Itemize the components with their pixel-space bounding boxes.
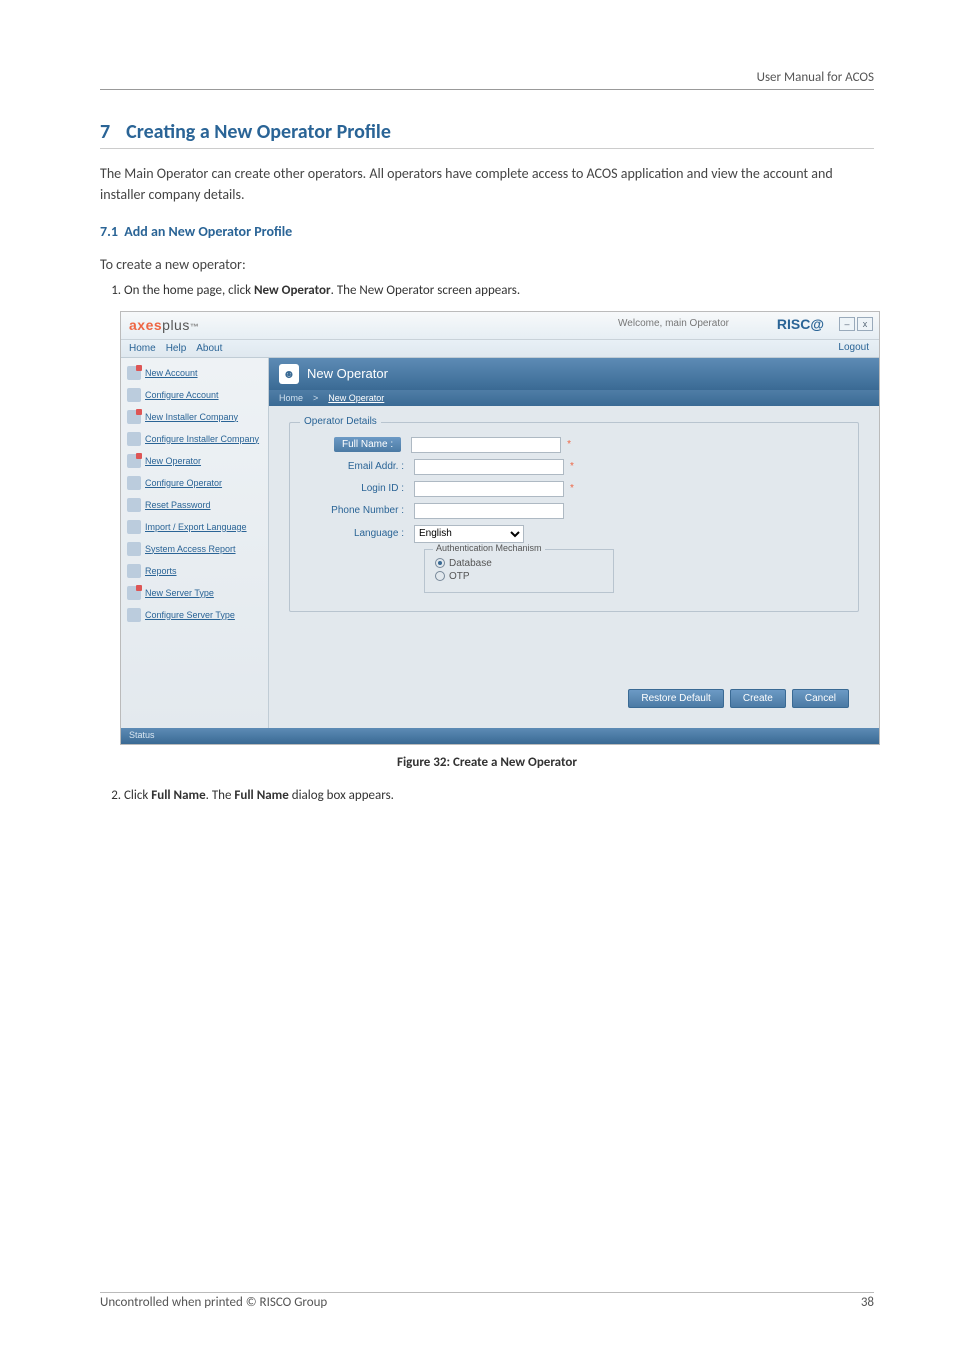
breadcrumb: Home > New Operator bbox=[269, 390, 879, 406]
footer-page-number: 38 bbox=[861, 1295, 874, 1310]
sidebar-item-reports[interactable]: Reports bbox=[121, 560, 268, 582]
sidebar-item-configure-server-type[interactable]: Configure Server Type bbox=[121, 604, 268, 626]
section-heading: 7 Creating a New Operator Profile bbox=[100, 120, 874, 149]
operator-header-icon: ☻ bbox=[279, 364, 299, 384]
close-button[interactable]: x bbox=[857, 317, 873, 331]
operator-icon bbox=[127, 454, 141, 468]
cancel-button[interactable]: Cancel bbox=[792, 689, 849, 708]
login-label: Login ID : bbox=[304, 483, 414, 494]
document-icon bbox=[127, 564, 141, 578]
email-input[interactable] bbox=[414, 459, 564, 475]
step-1: On the home page, click New Operator. Th… bbox=[124, 281, 874, 301]
sidebar-item-configure-account[interactable]: Configure Account bbox=[121, 384, 268, 406]
auth-database-option[interactable]: Database bbox=[435, 558, 603, 569]
required-marker: * bbox=[570, 461, 574, 472]
fieldset-legend: Operator Details bbox=[300, 416, 381, 427]
radio-selected-icon bbox=[435, 558, 445, 568]
figure-caption: Figure 32: Create a New Operator bbox=[100, 755, 874, 770]
crumb-separator: > bbox=[313, 393, 318, 403]
gear-icon bbox=[127, 432, 141, 446]
required-marker: * bbox=[570, 483, 574, 494]
auth-mechanism-box: Authentication Mechanism Database OTP bbox=[424, 549, 614, 593]
intro-paragraph: The Main Operator can create other opera… bbox=[100, 163, 874, 205]
gear-icon bbox=[127, 388, 141, 402]
page-header: User Manual for ACOS bbox=[100, 70, 874, 90]
main-area: ☻ New Operator Home > New Operator Opera… bbox=[269, 358, 879, 728]
logout-link[interactable]: Logout bbox=[838, 342, 869, 353]
window-buttons: – x bbox=[839, 317, 873, 331]
restore-default-button[interactable]: Restore Default bbox=[628, 689, 723, 708]
full-name-label[interactable]: Full Name : bbox=[334, 437, 401, 452]
key-icon bbox=[127, 498, 141, 512]
menu-help[interactable]: Help bbox=[166, 343, 187, 354]
radio-unselected-icon bbox=[435, 571, 445, 581]
screenshot-new-operator: axesplus™ Welcome, main Operator RISC@ –… bbox=[120, 311, 880, 745]
crumb-home[interactable]: Home bbox=[279, 393, 303, 403]
language-select[interactable]: English bbox=[414, 525, 524, 543]
subsection-title: Add an New Operator Profile bbox=[124, 223, 292, 240]
app-titlebar: axesplus™ Welcome, main Operator RISC@ –… bbox=[121, 312, 879, 340]
company-icon bbox=[127, 410, 141, 424]
email-label: Email Addr. : bbox=[304, 461, 414, 472]
page-footer: Uncontrolled when printed © RISCO Group … bbox=[100, 1292, 874, 1310]
login-input[interactable] bbox=[414, 481, 564, 497]
sidebar: New Account Configure Account New Instal… bbox=[121, 358, 269, 728]
section-number: 7 bbox=[100, 120, 110, 144]
gear-icon bbox=[127, 608, 141, 622]
section-title: Creating a New Operator Profile bbox=[126, 120, 391, 144]
main-header: ☻ New Operator bbox=[269, 358, 879, 390]
auth-otp-option[interactable]: OTP bbox=[435, 571, 603, 582]
sidebar-item-reset-password[interactable]: Reset Password bbox=[121, 494, 268, 516]
auth-legend: Authentication Mechanism bbox=[433, 543, 545, 553]
language-label: Language : bbox=[304, 528, 414, 539]
subsection-heading: 7.1 Add an New Operator Profile bbox=[100, 223, 874, 240]
status-bar: Status bbox=[121, 728, 879, 744]
new-account-icon bbox=[127, 366, 141, 380]
phone-input[interactable] bbox=[414, 503, 564, 519]
minimize-button[interactable]: – bbox=[839, 317, 855, 331]
sidebar-item-system-access-report[interactable]: System Access Report bbox=[121, 538, 268, 560]
sidebar-item-new-server-type[interactable]: New Server Type bbox=[121, 582, 268, 604]
app-menubar: Home Help About Logout bbox=[121, 340, 879, 358]
report-icon bbox=[127, 542, 141, 556]
app-brand: axesplus™ bbox=[129, 317, 199, 333]
content-pane: Operator Details Full Name : * Email Add… bbox=[269, 406, 879, 728]
sidebar-item-configure-operator[interactable]: Configure Operator bbox=[121, 472, 268, 494]
step-2: Click Full Name. The Full Name dialog bo… bbox=[124, 786, 874, 806]
lead-in: To create a new operator: bbox=[100, 254, 874, 275]
sidebar-item-configure-installer-company[interactable]: Configure Installer Company bbox=[121, 428, 268, 450]
welcome-text: Welcome, main Operator bbox=[618, 318, 729, 329]
gear-icon bbox=[127, 476, 141, 490]
server-icon bbox=[127, 586, 141, 600]
menu-home[interactable]: Home bbox=[129, 343, 156, 354]
sidebar-item-import-export-language[interactable]: Import / Export Language bbox=[121, 516, 268, 538]
main-title: New Operator bbox=[307, 366, 388, 381]
full-name-input[interactable] bbox=[411, 437, 561, 453]
phone-label: Phone Number : bbox=[304, 505, 414, 516]
language-icon bbox=[127, 520, 141, 534]
sidebar-item-new-installer-company[interactable]: New Installer Company bbox=[121, 406, 268, 428]
risco-logo: RISC@ bbox=[777, 316, 824, 332]
sidebar-item-new-operator[interactable]: New Operator bbox=[121, 450, 268, 472]
operator-details-fieldset: Operator Details Full Name : * Email Add… bbox=[289, 422, 859, 612]
required-marker: * bbox=[567, 439, 571, 450]
create-button[interactable]: Create bbox=[730, 689, 786, 708]
subsection-number: 7.1 bbox=[100, 223, 118, 240]
sidebar-item-new-account[interactable]: New Account bbox=[121, 362, 268, 384]
button-row: Restore Default Create Cancel bbox=[628, 689, 849, 708]
crumb-current: New Operator bbox=[328, 393, 384, 403]
menu-about[interactable]: About bbox=[196, 343, 222, 354]
footer-left: Uncontrolled when printed © RISCO Group bbox=[100, 1295, 327, 1310]
